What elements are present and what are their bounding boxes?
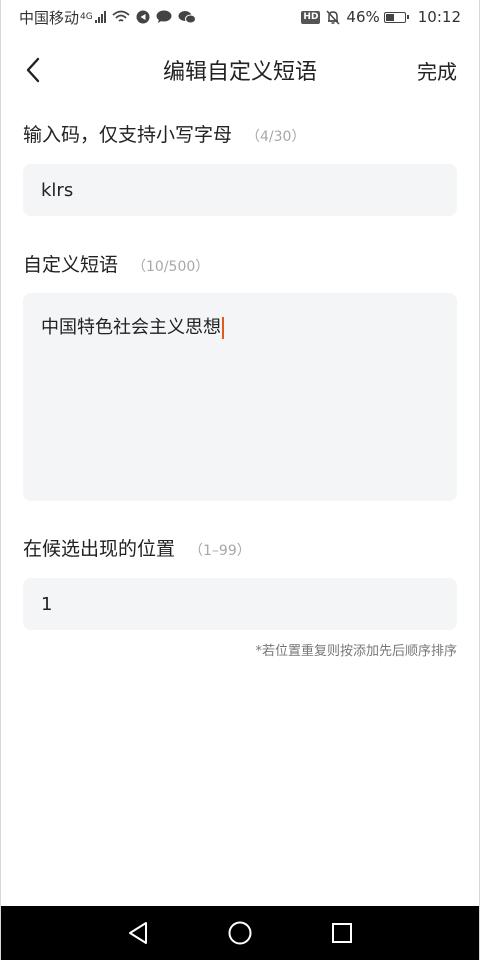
triangle-back-icon <box>129 922 147 944</box>
nav-home-button[interactable] <box>225 918 255 948</box>
status-right: HD 46% 10:12 <box>301 8 461 26</box>
text-caret <box>222 317 224 339</box>
input-code-label: 输入码，仅支持小写字母 （4/30） <box>23 120 305 147</box>
circle-home-icon <box>228 921 252 945</box>
position-note: *若位置重复则按添加先后顺序排序 <box>255 644 457 659</box>
phrase-textarea[interactable]: 中国特色社会主义思想 <box>23 293 457 501</box>
nav-recents-button[interactable] <box>327 918 357 948</box>
position-label: 在候选出现的位置 （1–99） <box>23 534 251 561</box>
battery-icon <box>383 11 409 23</box>
page-title: 编辑自定义短语 <box>162 60 317 85</box>
input-code-value: klrs <box>41 179 74 201</box>
status-bar: 中国移动 4G HD 46% 10:12 <box>1 0 479 34</box>
position-field[interactable]: 1 <box>23 578 457 630</box>
wechat-icon <box>178 11 196 24</box>
clock: 10:12 <box>417 8 461 26</box>
network-type: 4G <box>80 12 93 22</box>
message-icon <box>156 10 172 23</box>
position-counter: （1–99） <box>189 543 251 559</box>
nav-back-button[interactable] <box>123 918 153 948</box>
status-left: 中国移动 4G <box>19 7 196 28</box>
input-code-label-text: 输入码，仅支持小写字母 <box>23 124 233 146</box>
mute-bell-icon <box>326 9 340 25</box>
hd-badge: HD <box>301 10 321 24</box>
battery-percent: 46% <box>346 8 380 26</box>
phrase-counter: （10/500） <box>132 259 210 275</box>
back-button[interactable] <box>15 52 51 88</box>
chevron-left-icon <box>26 57 40 83</box>
wifi-icon <box>112 10 130 22</box>
phrase-value: 中国特色社会主义思想 <box>41 317 221 338</box>
screen: 中国移动 4G HD 46% 10:12 编辑自定义短语 完成 输入码，仅支持小… <box>0 0 480 960</box>
position-label-text: 在候选出现的位置 <box>23 538 176 560</box>
done-button[interactable]: 完成 <box>417 56 457 85</box>
input-code-field[interactable]: klrs <box>23 164 457 216</box>
navigation-bar <box>1 906 479 960</box>
app-notification-icon <box>136 10 150 24</box>
carrier-label: 中国移动 <box>19 8 80 27</box>
signal-icon <box>94 11 106 23</box>
phrase-label: 自定义短语 （10/500） <box>23 250 209 277</box>
position-value: 1 <box>41 593 53 615</box>
header: 编辑自定义短语 完成 <box>1 42 479 98</box>
phrase-label-text: 自定义短语 <box>23 254 119 276</box>
input-code-counter: （4/30） <box>246 129 306 145</box>
square-recents-icon <box>332 923 352 943</box>
